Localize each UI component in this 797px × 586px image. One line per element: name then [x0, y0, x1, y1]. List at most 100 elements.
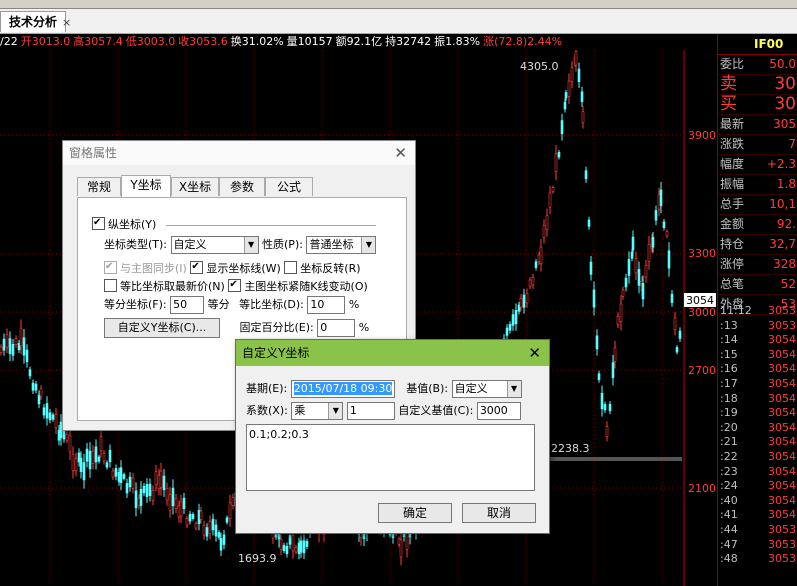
quote-row-label: 总手: [720, 197, 745, 211]
quote-row: 金额 92.: [718, 215, 797, 235]
tick-price: 3054: [768, 333, 796, 347]
axis-type-label: 坐标类型(T):: [104, 238, 168, 251]
close-icon[interactable]: ×: [62, 16, 71, 29]
info-high: 高3057.4: [73, 35, 123, 48]
tick-price: 3053: [768, 552, 796, 566]
ok-button[interactable]: 确定: [378, 503, 452, 523]
tab-technical-analysis[interactable]: 技术分析: [0, 11, 67, 32]
levels-textarea[interactable]: 0.1;0.2;0.3: [246, 424, 535, 491]
base-period-label: 基期(E):: [246, 382, 288, 395]
tick-time: :15: [720, 347, 738, 361]
coef-label: 系数(X):: [246, 404, 288, 417]
price-level-3300: 3300: [688, 247, 716, 260]
ratio-axis-input[interactable]: 10: [307, 296, 346, 314]
tab-params[interactable]: 参数: [219, 177, 265, 196]
quote-row: 买 30: [718, 95, 797, 115]
tick-price: 3054: [768, 406, 796, 420]
close-icon[interactable]: ✕: [528, 344, 541, 362]
info-amount: 额92.1亿: [335, 35, 383, 48]
base-value-select[interactable]: 自定义 ▼: [451, 380, 522, 398]
tick-row: :47 3053: [720, 538, 796, 553]
tick-time: :20: [720, 420, 738, 434]
tick-row: :21 3054: [720, 435, 796, 450]
axis-type-value: 自定义: [173, 238, 207, 251]
tick-time: :24: [720, 479, 738, 493]
tick-price: 3053: [768, 318, 796, 332]
tick-time: :19: [720, 406, 738, 420]
ratio-latest-checkbox[interactable]: [104, 279, 117, 292]
base-period-input[interactable]: 2015/07/18 09:30: [290, 380, 395, 398]
tick-price: 3054: [768, 449, 796, 463]
tick-price: 3054: [768, 493, 796, 507]
tick-time: 11:12: [720, 304, 752, 317]
show-axis-line-label: 显示坐标线(W): [206, 262, 281, 275]
custom-y-axis-dialog: 自定义Y坐标 ✕ 基期(E): 2015/07/18 09:30 基值(B): …: [235, 339, 550, 534]
reverse-axis-checkbox[interactable]: [284, 261, 298, 274]
close-icon[interactable]: ✕: [394, 144, 407, 162]
equal-div-label: 等分坐标(F):: [104, 298, 167, 311]
quote-row-value: 30: [774, 74, 796, 94]
tick-time: :17: [720, 376, 738, 390]
tick-price: 3054: [768, 464, 796, 478]
tab-y-axis[interactable]: Y坐标: [121, 175, 171, 197]
chevron-down-icon: ▼: [243, 237, 258, 253]
tick-list: 11:12 3053:13 3053:14 3054:15 3054:16 3054:17…: [720, 304, 796, 567]
tab-label: 技术分析: [9, 15, 58, 29]
tick-row: :19 3054: [720, 406, 796, 421]
tick-time: :14: [720, 333, 738, 347]
quote-row-value: +2.3: [766, 157, 796, 171]
mid-price-label: 2238.3: [551, 442, 590, 455]
quote-row: 委比 50.0: [718, 55, 797, 75]
y-axis-group: 纵坐标(Y): [92, 216, 376, 232]
custom-base-input[interactable]: 3000: [476, 402, 521, 420]
tick-time: :23: [720, 464, 738, 478]
tick-row: :44 3053: [720, 523, 796, 538]
quote-row: 幅度 +2.3: [718, 155, 797, 175]
tick-time: :48: [720, 552, 738, 566]
quote-row-label: 最新: [720, 117, 745, 131]
max-price-label: 4305.0: [520, 60, 559, 73]
fixed-pct-input[interactable]: 0: [317, 319, 356, 337]
cancel-button[interactable]: 取消: [462, 503, 536, 523]
y-axis-checkbox[interactable]: [92, 217, 105, 230]
base-period-value: 2015/07/18 09:30: [293, 382, 393, 395]
tab-general[interactable]: 常规: [77, 177, 121, 196]
info-change: 涨(72.8)2.44%: [483, 35, 563, 48]
quote-row-label: 持仓: [720, 237, 745, 251]
quote-row: 持仓 32,7: [718, 235, 797, 255]
quote-row: 振幅 1.8: [718, 175, 797, 195]
quote-code: IF00: [718, 34, 797, 55]
chevron-down-icon: ▼: [361, 237, 376, 253]
tab-formula[interactable]: 公式: [265, 177, 313, 196]
min-price-label: 1693.9: [238, 552, 277, 565]
chevron-down-icon: ▼: [328, 403, 343, 419]
show-axis-line-checkbox[interactable]: [190, 261, 204, 274]
follow-k-checkbox[interactable]: [228, 279, 242, 292]
toolbar: [0, 0, 797, 9]
quote-row-value: 10,1: [769, 197, 796, 211]
quote-row-value: 32,7: [769, 237, 796, 251]
tick-row: :41 3054: [720, 508, 796, 523]
sync-checkbox[interactable]: [104, 261, 117, 274]
custom-y-axis-button[interactable]: 自定义Y坐标(C)...: [104, 318, 220, 338]
coef-op-select[interactable]: 乘 ▼: [291, 402, 344, 420]
quote-row-label: 卖: [720, 74, 737, 94]
y-axis-label: 纵坐标(Y): [108, 218, 157, 231]
quote-row: 涨停 328: [718, 255, 797, 275]
price-level-2100: 2100: [688, 482, 716, 495]
tab-x-axis[interactable]: X坐标: [171, 177, 219, 196]
title-bar: 技术分析 ×: [0, 9, 797, 34]
quote-panel: IF00 委比 50.0 卖 30 买 30 最新 305 涨跌 7 幅度 +2.3 振幅 1.8 总手 10…: [717, 34, 797, 586]
equal-div-input[interactable]: 50: [170, 296, 205, 314]
coef-input[interactable]: 1: [346, 402, 395, 420]
info-volume: 量10157: [286, 35, 333, 48]
axis-type-select[interactable]: 自定义 ▼: [170, 236, 259, 254]
tick-row: :17 3054: [720, 377, 796, 392]
nature-value: 普通坐标: [309, 238, 354, 251]
info-amplitude: 振1.83%: [434, 35, 481, 48]
tick-time: :16: [720, 362, 738, 376]
quote-row-value: 305: [773, 117, 796, 131]
nature-select[interactable]: 普通坐标 ▼: [306, 236, 377, 254]
quote-row-value: 7: [788, 137, 796, 151]
equal-div-unit: 等分: [207, 298, 230, 311]
